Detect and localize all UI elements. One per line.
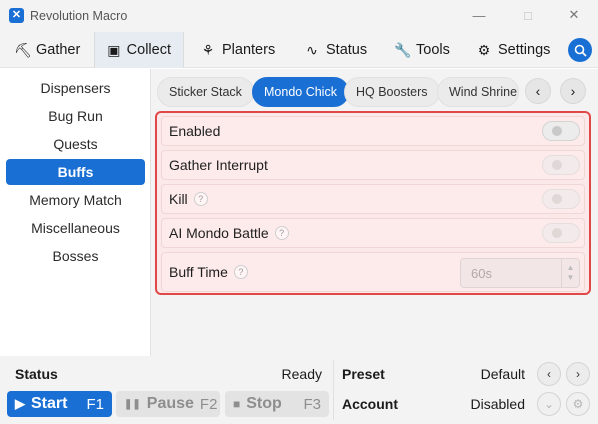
- mondo-chick-settings-panel: Enabled Gather Interrupt Kill ? AI Mondo…: [155, 111, 591, 295]
- subtab-wind-shrine[interactable]: Wind Shrine: [437, 77, 519, 107]
- hexagon-x-icon: ✕: [9, 8, 24, 23]
- buff-time-label: Buff Time: [169, 264, 228, 280]
- content-area: Sticker Stack Mondo Chick HQ Boosters Wi…: [151, 69, 598, 356]
- ai-mondo-battle-row: AI Mondo Battle ?: [161, 218, 585, 248]
- spin-up-icon[interactable]: ▲: [567, 263, 575, 273]
- buff-time-row: Buff Time ? 60s ▲ ▼: [161, 252, 585, 292]
- gear-icon: ⚙: [477, 41, 491, 58]
- buff-time-value: 60s: [471, 265, 492, 281]
- subtab-sticker-stack[interactable]: Sticker Stack: [157, 77, 254, 107]
- tab-collect[interactable]: ▣ Collect: [94, 32, 184, 68]
- pause-button[interactable]: ❚❚ Pause F2: [116, 391, 220, 417]
- sidebar-item-memory-match[interactable]: Memory Match: [6, 187, 145, 213]
- sidebar: Dispensers Bug Run Quests Buffs Memory M…: [0, 69, 151, 356]
- main-tab-bar: ⛏ Gather ▣ Collect ⚘ Planters ∿ Status 🔧…: [0, 32, 598, 68]
- gather-interrupt-row: Gather Interrupt: [161, 150, 585, 180]
- pause-icon: ❚❚: [124, 398, 141, 410]
- stop-label: Stop: [246, 395, 282, 412]
- tab-gather[interactable]: ⛏ Gather: [2, 32, 92, 68]
- preset-prev-button[interactable]: ‹: [537, 362, 561, 386]
- status-value: Ready: [281, 366, 322, 382]
- account-value: Disabled: [470, 396, 525, 412]
- tab-planters[interactable]: ⚘ Planters: [188, 32, 287, 68]
- pause-hotkey: F2: [199, 395, 218, 413]
- ai-mondo-battle-toggle[interactable]: [542, 223, 580, 243]
- tab-label: Planters: [222, 42, 276, 58]
- search-icon: [574, 44, 587, 57]
- stop-button[interactable]: ■ Stop F3: [225, 391, 329, 417]
- enabled-row: Enabled: [161, 116, 585, 146]
- spin-down-icon[interactable]: ▼: [567, 273, 575, 283]
- tab-label: Collect: [126, 42, 171, 58]
- play-icon: ▶: [15, 396, 25, 411]
- sidebar-item-miscellaneous[interactable]: Miscellaneous: [6, 215, 145, 241]
- sidebar-item-dispensers[interactable]: Dispensers: [6, 75, 145, 101]
- minimize-button[interactable]: —: [464, 4, 494, 26]
- subtab-prev-button[interactable]: ‹: [525, 78, 551, 104]
- subtab-next-button[interactable]: ›: [560, 78, 586, 104]
- tab-status[interactable]: ∿ Status: [292, 32, 379, 68]
- planter-icon: ⚘: [201, 41, 215, 58]
- tab-label: Status: [326, 42, 368, 58]
- buff-time-spinner[interactable]: ▲ ▼: [561, 259, 579, 287]
- help-icon[interactable]: ?: [274, 226, 289, 240]
- enabled-label: Enabled: [169, 123, 221, 139]
- gather-interrupt-toggle[interactable]: [542, 155, 580, 175]
- pickaxe-icon: ⛏: [14, 41, 32, 58]
- tab-label: Gather: [36, 42, 81, 58]
- enabled-toggle[interactable]: [542, 121, 580, 141]
- tab-label: Settings: [498, 42, 551, 58]
- kill-label: Kill: [169, 191, 188, 207]
- maximize-button[interactable]: □: [513, 4, 543, 26]
- bottom-bar: Status Ready ▶ Start F1 ❚❚ Pause F2 ■ St…: [0, 356, 598, 424]
- account-label: Account: [342, 396, 398, 412]
- kill-toggle[interactable]: [542, 189, 580, 209]
- buff-time-input[interactable]: 60s ▲ ▼: [460, 258, 580, 288]
- preset-value: Default: [480, 366, 525, 382]
- sidebar-item-bosses[interactable]: Bosses: [6, 243, 145, 269]
- subtab-hq-boosters[interactable]: HQ Boosters: [344, 77, 440, 107]
- sidebar-item-bug-run[interactable]: Bug Run: [6, 103, 145, 129]
- help-icon[interactable]: ?: [233, 265, 248, 279]
- window-title: Revolution Macro: [30, 9, 128, 23]
- search-button[interactable]: [568, 38, 592, 62]
- divider: [333, 360, 334, 420]
- account-settings-button[interactable]: ⚙: [566, 392, 590, 416]
- start-label: Start: [31, 395, 68, 412]
- preset-label: Preset: [342, 366, 385, 382]
- kill-row: Kill ?: [161, 184, 585, 214]
- collect-icon: ▣: [107, 41, 121, 58]
- close-button[interactable]: ✕: [559, 4, 589, 26]
- sidebar-item-buffs[interactable]: Buffs: [6, 159, 145, 185]
- tab-label: Tools: [416, 42, 450, 58]
- account-dropdown-button[interactable]: ⌄: [537, 392, 561, 416]
- stop-hotkey: F3: [303, 395, 321, 413]
- wrench-icon: 🔧: [394, 41, 412, 58]
- tab-tools[interactable]: 🔧 Tools: [382, 32, 462, 68]
- sidebar-item-quests[interactable]: Quests: [6, 131, 145, 157]
- preset-next-button[interactable]: ›: [566, 362, 590, 386]
- start-button[interactable]: ▶ Start F1: [7, 391, 112, 417]
- help-icon[interactable]: ?: [193, 192, 208, 206]
- subtab-mondo-chick[interactable]: Mondo Chick: [252, 77, 349, 107]
- stop-icon: ■: [233, 397, 241, 411]
- gather-interrupt-label: Gather Interrupt: [169, 157, 268, 173]
- title-bar: ✕ Revolution Macro — □ ✕: [0, 0, 598, 32]
- ai-mondo-battle-label: AI Mondo Battle: [169, 225, 269, 241]
- pause-label: Pause: [146, 395, 194, 412]
- pulse-icon: ∿: [306, 41, 318, 58]
- start-hotkey: F1: [86, 395, 104, 413]
- status-label: Status: [15, 366, 58, 382]
- tab-settings[interactable]: ⚙ Settings: [464, 32, 562, 68]
